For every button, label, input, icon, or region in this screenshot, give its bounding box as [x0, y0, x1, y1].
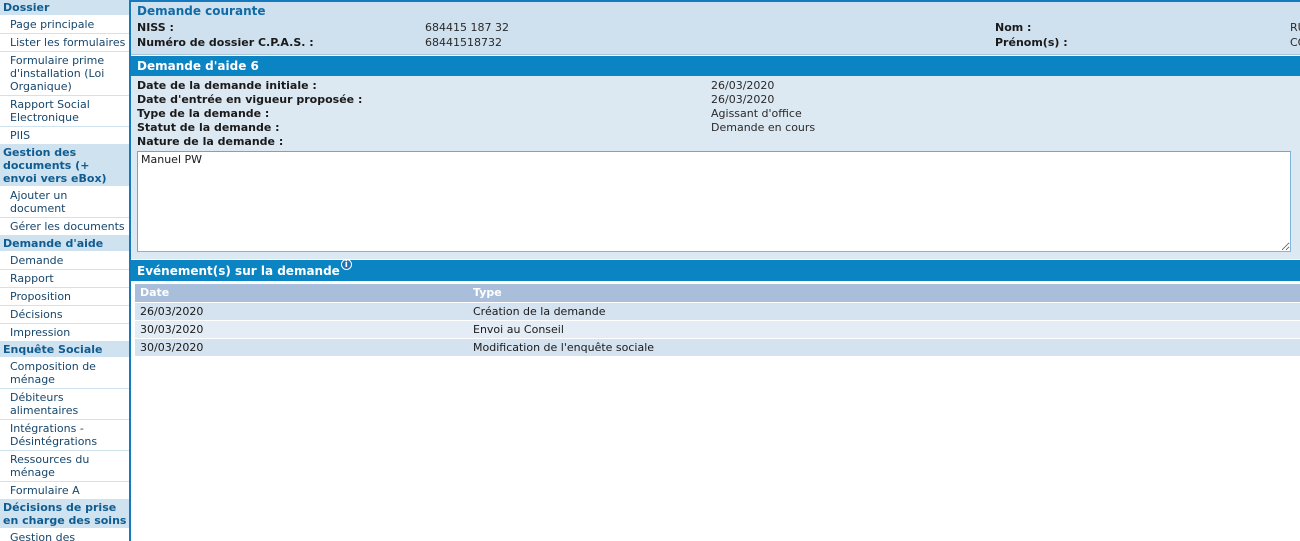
aid-request-details: Date de la demande initiale : 26/03/2020…: [131, 76, 1300, 259]
niss-label: NISS :: [137, 21, 174, 34]
sidebar-item-proposition[interactable]: Proposition: [0, 288, 129, 306]
table-row[interactable]: 26/03/2020 Création de la demande: [135, 302, 1300, 321]
sidebar-item-g-rer-les-documents[interactable]: Gérer les documents: [0, 218, 129, 236]
nom-value: RUBY: [1290, 21, 1300, 34]
nature-textarea-wrapper: [131, 149, 1300, 255]
sidebar-item-ajouter-un-document[interactable]: Ajouter un document: [0, 187, 129, 218]
current-request-panel: Demande courante NISS : 684415 187 32 No…: [131, 0, 1300, 55]
nom-label: Nom :: [995, 21, 1032, 34]
sidebar-section-header: Gestion des documents (+ envoi vers eBox…: [0, 145, 129, 187]
sidebar-section-header: Demande d'aide: [0, 236, 129, 252]
field-value: 26/03/2020: [711, 79, 775, 92]
sidebar-item-d-cisions[interactable]: Décisions: [0, 306, 129, 324]
sidebar-item-piis[interactable]: PIIS: [0, 127, 129, 145]
sidebar-item-int-grations-d-sint-grations[interactable]: Intégrations - Désintégrations: [0, 420, 129, 451]
prenom-value: COLLIE: [1290, 36, 1300, 49]
events-table-head: Date Type: [135, 284, 1300, 303]
cell-date: 30/03/2020: [135, 320, 468, 339]
table-row[interactable]: 30/03/2020 Envoi au Conseil: [135, 320, 1300, 339]
aid-request-title-bar: Demande d'aide 6: [131, 55, 1300, 76]
sidebar-item-composition-de-m-nage[interactable]: Composition de ménage: [0, 358, 129, 389]
sidebar-item-gestion-des-d-cisions-de-prise-en-charge-des-soins[interactable]: Gestion des décisions de prise en charge…: [0, 529, 129, 541]
dossier-value: 68441518732: [425, 36, 502, 49]
events-title-text: Evénement(s) sur la demande: [137, 264, 340, 278]
field-label: Type de la demande :: [137, 107, 270, 120]
events-table: Date Type 26/03/2020 Création de la dema…: [135, 284, 1300, 357]
dossier-label: Numéro de dossier C.P.A.S. :: [137, 36, 314, 49]
field-label: Date d'entrée en vigueur proposée :: [137, 93, 363, 106]
nature-label: Nature de la demande :: [137, 135, 284, 148]
sidebar-item-page-principale[interactable]: Page principale: [0, 16, 129, 34]
field-label: Date de la demande initiale :: [137, 79, 317, 92]
info-icon[interactable]: i: [340, 259, 352, 270]
prenom-label: Prénom(s) :: [995, 36, 1068, 49]
sidebar-item-ressources-du-m-nage[interactable]: Ressources du ménage: [0, 451, 129, 482]
cell-date: 26/03/2020: [135, 302, 468, 321]
sidebar-item-demande[interactable]: Demande: [0, 252, 129, 270]
column-header-type[interactable]: Type: [468, 284, 1300, 303]
main-content: Demande courante NISS : 684415 187 32 No…: [131, 0, 1300, 541]
sidebar-item-lister-les-formulaires[interactable]: Lister les formulaires: [0, 34, 129, 52]
sidebar-item-rapport[interactable]: Rapport: [0, 270, 129, 288]
sidebar-item-impression[interactable]: Impression: [0, 324, 129, 342]
sidebar-item-formulaire-prime-d-installation-loi-organique[interactable]: Formulaire prime d'installation (Loi Org…: [0, 52, 129, 96]
sidebar-section-header: Dossier: [0, 0, 129, 16]
cell-type: Envoi au Conseil: [468, 320, 1300, 339]
field-label: Statut de la demande :: [137, 121, 280, 134]
cell-type: Création de la demande: [468, 302, 1300, 321]
field-value: 26/03/2020: [711, 93, 775, 106]
cell-date: 30/03/2020: [135, 338, 468, 357]
sidebar-item-d-biteurs-alimentaires[interactable]: Débiteurs alimentaires: [0, 389, 129, 420]
aid-request-field-grid: Date de la demande initiale : 26/03/2020…: [131, 79, 1300, 149]
field-value: Demande en cours: [711, 121, 816, 134]
column-header-date[interactable]: Date: [135, 284, 468, 303]
current-request-fields: NISS : 684415 187 32 Nom : RUBY Numéro d…: [131, 21, 1300, 50]
events-title-bar: Evénement(s) sur la demande i: [131, 259, 1300, 281]
niss-value: 684415 187 32: [425, 21, 509, 34]
table-row[interactable]: 30/03/2020 Modification de l'enquête soc…: [135, 338, 1300, 357]
sidebar-section-header: Décisions de prise en charge des soins: [0, 500, 129, 529]
sidebar-item-rapport-social-electronique[interactable]: Rapport Social Electronique: [0, 96, 129, 127]
cell-type: Modification de l'enquête sociale: [468, 338, 1300, 357]
sidebar-navigation: Dossier Page principale Lister les formula…: [0, 0, 131, 541]
current-request-title: Demande courante: [137, 4, 266, 18]
sidebar-item-formulaire-a[interactable]: Formulaire A: [0, 482, 129, 500]
sidebar-section-header: Enquête Sociale: [0, 342, 129, 358]
nature-de-la-demande-textarea[interactable]: [137, 151, 1291, 252]
table-header-row: Date Type: [135, 284, 1300, 303]
field-value: Agissant d'office: [711, 107, 802, 120]
app-root: Dossier Page principale Lister les formula…: [0, 0, 1300, 541]
events-table-body: 26/03/2020 Création de la demande 30/03/…: [135, 302, 1300, 357]
events-table-wrapper: Date Type 26/03/2020 Création de la dema…: [131, 281, 1300, 357]
